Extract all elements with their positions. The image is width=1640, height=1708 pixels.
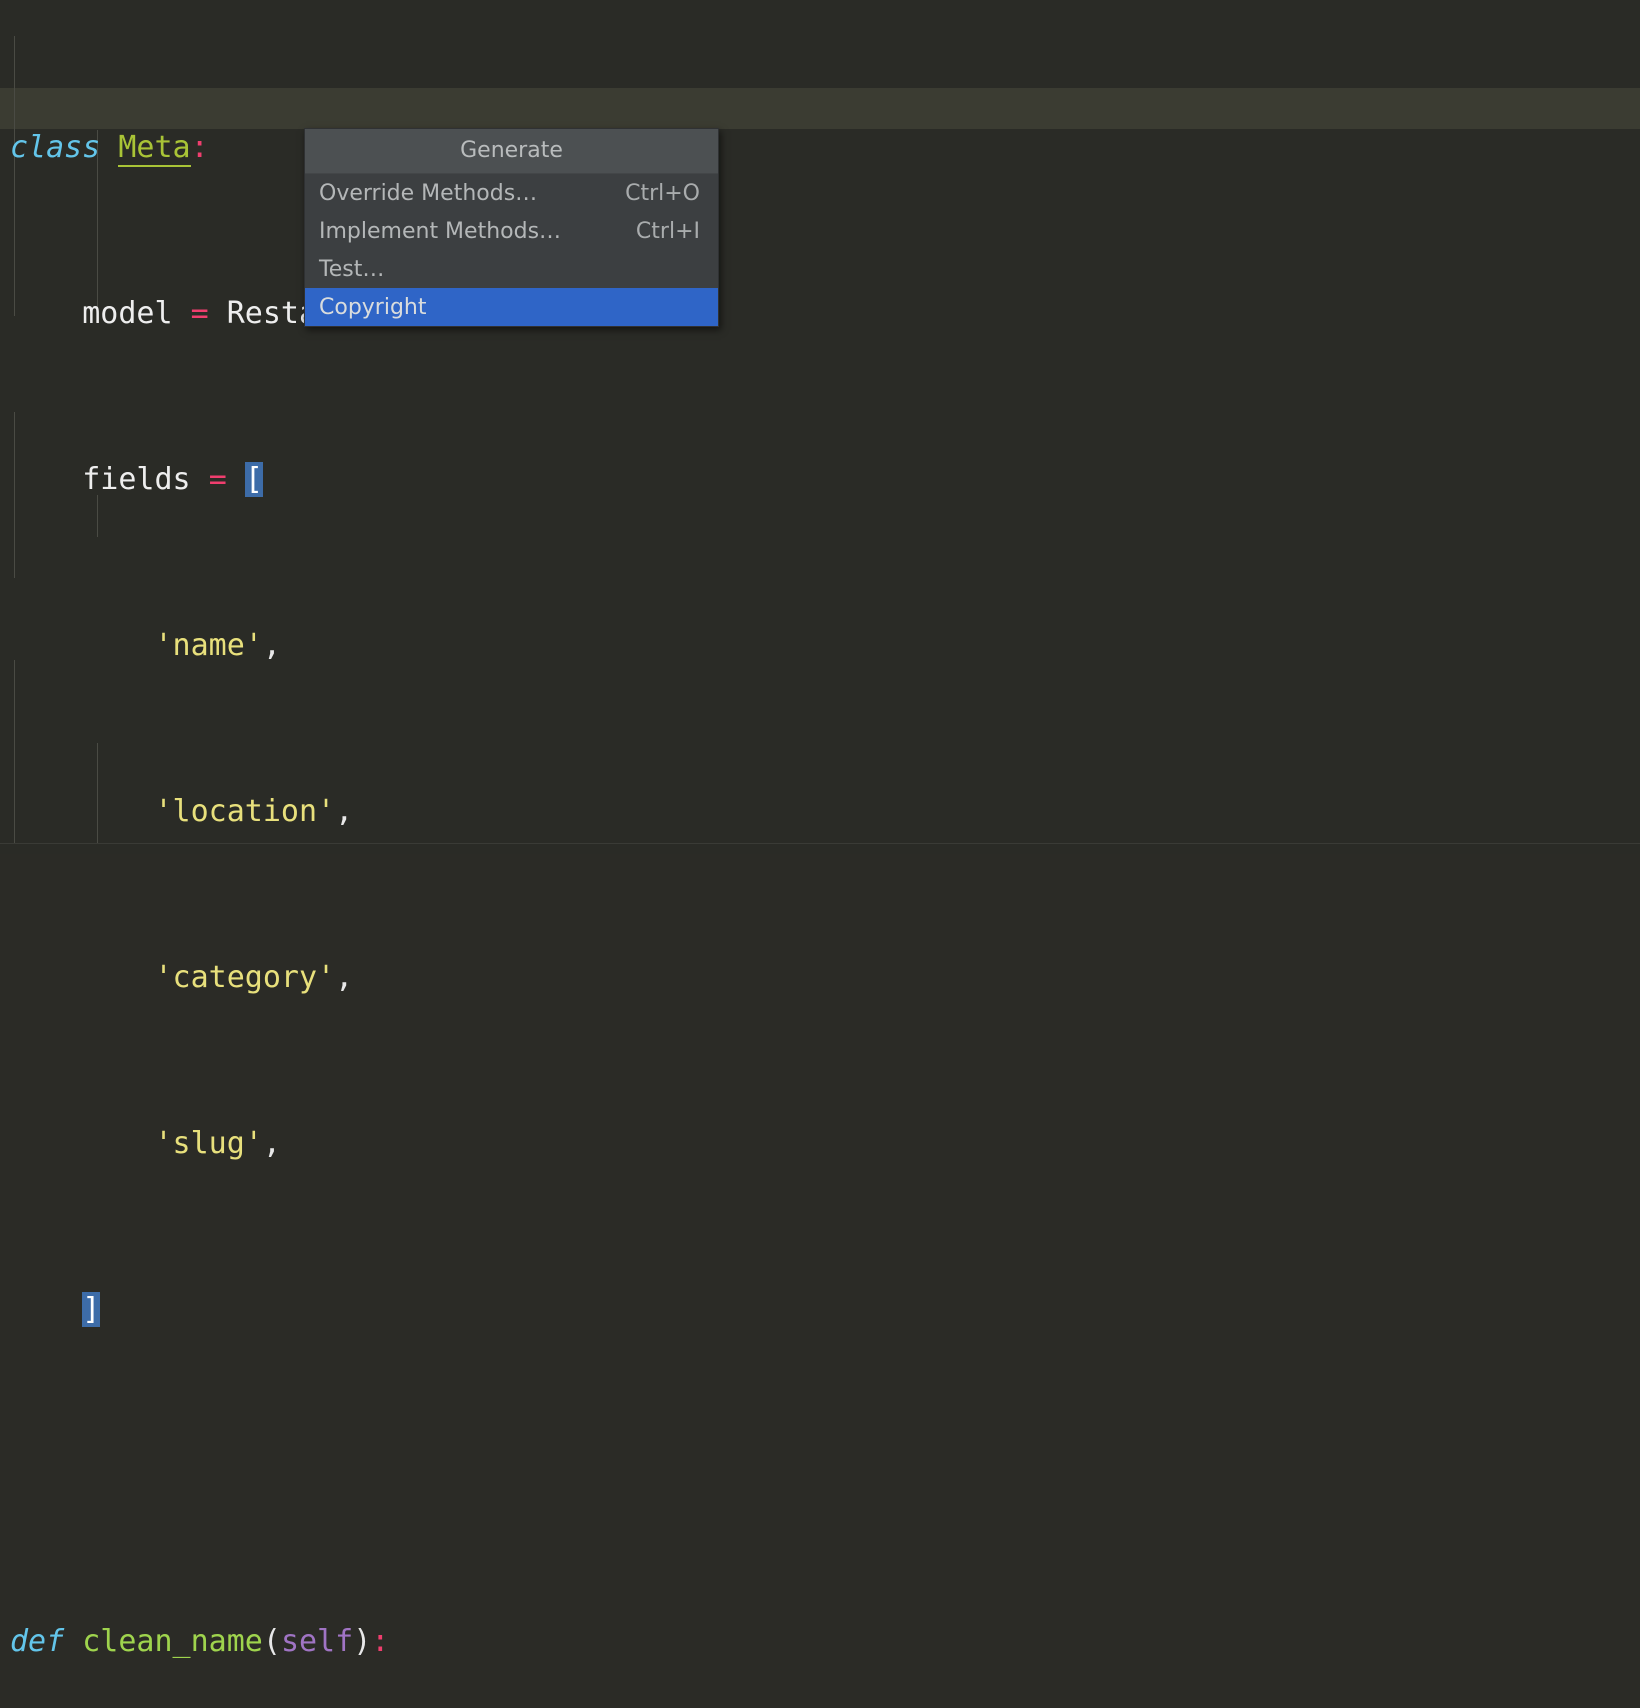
token-class-keyword: class	[10, 130, 100, 165]
token-fields-attr: fields	[82, 462, 190, 497]
menu-item-test[interactable]: Test…	[305, 250, 718, 288]
menu-item-shortcut: Ctrl+O	[625, 181, 700, 206]
token-model-attr: model	[82, 296, 172, 331]
token-close-bracket-matched: ]	[82, 1292, 100, 1327]
token-colon: :	[191, 130, 209, 165]
menu-item-shortcut: Ctrl+I	[636, 219, 700, 244]
menu-item-label: Implement Methods…	[319, 219, 561, 244]
menu-item-implement-methods[interactable]: Implement Methods… Ctrl+I	[305, 212, 718, 250]
menu-item-label: Override Methods…	[319, 181, 537, 206]
menu-item-label: Test…	[319, 257, 384, 282]
token-open-bracket-matched: [	[245, 462, 263, 497]
token-open-paren: (	[263, 1624, 281, 1659]
token-fn-clean-name: clean_name	[82, 1624, 263, 1659]
code-line-7: 'slug',	[0, 1123, 1640, 1165]
editor-bottom-divider	[0, 843, 1640, 844]
menu-item-override-methods[interactable]: Override Methods… Ctrl+O	[305, 174, 718, 212]
code-line-10: def clean_name(self):	[0, 1621, 1640, 1663]
code-line-2: model = RestaurantLocation	[0, 293, 1640, 335]
code-line-6: 'category',	[0, 957, 1640, 999]
code-line-1: class Meta:	[0, 127, 1640, 169]
token-comma: ,	[335, 960, 353, 995]
token-self: self	[281, 1624, 353, 1659]
menu-item-label: Copyright	[319, 295, 427, 320]
token-def-keyword: def	[10, 1624, 64, 1659]
code-line-4: 'name',	[0, 625, 1640, 667]
token-comma: ,	[263, 628, 281, 663]
code-line-8: ]	[0, 1289, 1640, 1331]
token-field-category: 'category'	[155, 960, 336, 995]
code-line-9-blank	[0, 1455, 1640, 1497]
token-close-paren: )	[353, 1624, 371, 1659]
token-class-name: Meta	[118, 130, 190, 167]
token-comma: ,	[263, 1126, 281, 1161]
code-line-5: 'location',	[0, 791, 1640, 833]
token-assign: =	[191, 296, 209, 331]
source-code-text[interactable]: class Meta: model = RestaurantLocation f…	[0, 0, 1640, 854]
generate-popup-menu[interactable]: Generate Override Methods… Ctrl+O Implem…	[304, 128, 719, 327]
token-field-location: 'location'	[155, 794, 336, 829]
token-assign: =	[209, 462, 227, 497]
token-field-name: 'name'	[155, 628, 263, 663]
token-field-slug: 'slug'	[155, 1126, 263, 1161]
generate-popup-title: Generate	[305, 129, 718, 174]
token-colon: :	[371, 1624, 389, 1659]
code-line-3: fields = [	[0, 459, 1640, 501]
token-comma: ,	[335, 794, 353, 829]
menu-item-copyright[interactable]: Copyright	[305, 288, 718, 326]
code-editor-viewport[interactable]: class Meta: model = RestaurantLocation f…	[0, 0, 1640, 854]
